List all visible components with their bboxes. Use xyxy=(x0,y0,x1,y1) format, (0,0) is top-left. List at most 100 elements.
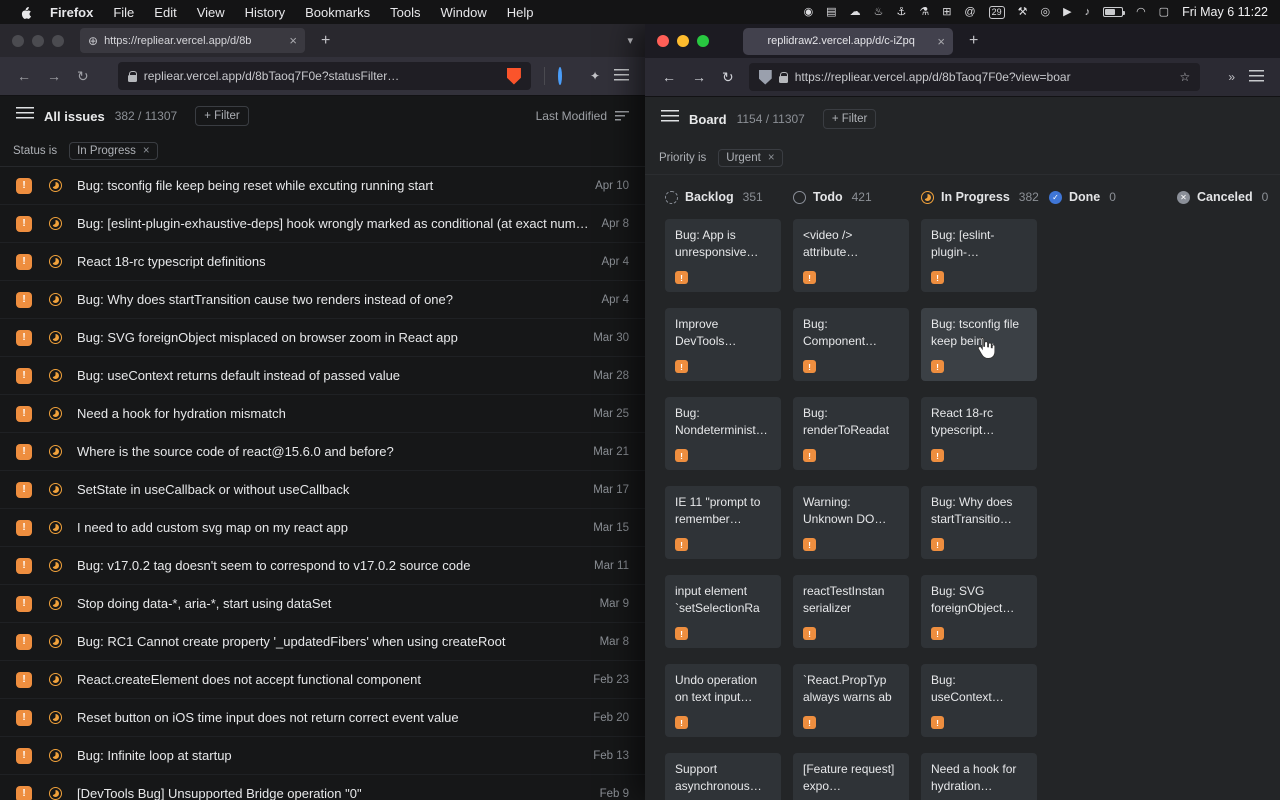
sidebar-toggle-icon[interactable] xyxy=(661,110,679,128)
issue-card[interactable]: Bug: SVG foreignObject… xyxy=(921,575,1037,648)
close-window-button[interactable] xyxy=(657,35,669,47)
issue-row[interactable]: Bug: Infinite loop at startup Feb 13 xyxy=(0,737,645,775)
browser-tab[interactable]: replidraw2.vercel.app/d/c-iZpq × xyxy=(743,28,953,55)
menu-bookmarks[interactable]: Bookmarks xyxy=(295,5,380,20)
issue-card[interactable]: `React.PropTyp always warns ab xyxy=(793,664,909,737)
issue-row[interactable]: Bug: tsconfig file keep being reset whil… xyxy=(0,167,645,205)
issue-card[interactable]: [Feature request] expo… xyxy=(793,753,909,800)
issue-card[interactable]: IE 11 "prompt to remember… xyxy=(665,486,781,559)
issue-row[interactable]: Bug: [eslint-plugin-exhaustive-deps] hoo… xyxy=(0,205,645,243)
issue-card[interactable]: Support asynchronous… xyxy=(665,753,781,800)
browser-tab[interactable]: ⊕ https://repliear.vercel.app/d/8b × xyxy=(80,28,305,53)
issue-row[interactable]: [DevTools Bug] Unsupported Bridge operat… xyxy=(0,775,645,800)
sparkle-icon[interactable]: ✦ xyxy=(584,69,606,83)
menu-tools[interactable]: Tools xyxy=(380,5,430,20)
apple-logo-icon[interactable] xyxy=(12,5,40,19)
close-tab-icon[interactable]: × xyxy=(289,33,297,48)
issue-card[interactable]: Undo operation on text input… xyxy=(665,664,781,737)
target-icon[interactable]: ◎ xyxy=(1040,7,1050,18)
beverage-icon[interactable]: ♨ xyxy=(874,7,884,18)
add-filter-button[interactable]: + Filter xyxy=(823,109,876,129)
menu-view[interactable]: View xyxy=(187,5,235,20)
issue-card[interactable]: Bug: App is unresponsive… xyxy=(665,219,781,292)
issue-row[interactable]: Reset button on iOS time input does not … xyxy=(0,699,645,737)
issue-row[interactable]: Bug: Why does startTransition cause two … xyxy=(0,281,645,319)
sidebar-toggle-icon[interactable] xyxy=(16,107,34,125)
url-bar[interactable]: repliear.vercel.app/d/8bTaoq7F0e?statusF… xyxy=(118,62,531,90)
menu-file[interactable]: File xyxy=(103,5,144,20)
play-icon[interactable]: ▶ xyxy=(1063,7,1071,18)
close-window-button[interactable] xyxy=(12,35,24,47)
filter-value-chip[interactable]: In Progress × xyxy=(69,142,158,160)
camera-icon[interactable]: ▤ xyxy=(826,7,836,18)
calendar-icon[interactable]: 29 xyxy=(989,6,1005,19)
display-icon[interactable]: ▢ xyxy=(1159,7,1169,18)
issue-row[interactable]: Bug: SVG foreignObject misplaced on brow… xyxy=(0,319,645,357)
issue-row[interactable]: Where is the source code of react@15.6.0… xyxy=(0,433,645,471)
screen-record-icon[interactable]: ◉ xyxy=(804,7,814,18)
issue-card[interactable]: Bug: Why does startTransitio… xyxy=(921,486,1037,559)
mention-icon[interactable]: @ xyxy=(964,7,975,18)
issue-row[interactable]: Bug: useContext returns default instead … xyxy=(0,357,645,395)
sort-control[interactable]: Last Modified xyxy=(536,109,629,123)
reader-badge-icon[interactable] xyxy=(552,69,568,83)
forward-button[interactable]: → xyxy=(685,69,713,85)
issue-card[interactable]: Bug: renderToReadat xyxy=(793,397,909,470)
grid-icon[interactable]: ⊞ xyxy=(942,7,951,18)
menu-icon[interactable] xyxy=(608,69,635,84)
battery-icon[interactable] xyxy=(1103,7,1123,17)
issue-card[interactable]: input element `setSelectionRa xyxy=(665,575,781,648)
build-icon[interactable]: ⚒ xyxy=(1018,7,1028,18)
issue-row[interactable]: Bug: v17.0.2 tag doesn't seem to corresp… xyxy=(0,547,645,585)
menu-window[interactable]: Window xyxy=(431,5,497,20)
issue-row[interactable]: React.createElement does not accept func… xyxy=(0,661,645,699)
brave-shield-icon[interactable] xyxy=(507,68,521,85)
back-button[interactable]: ← xyxy=(10,68,38,84)
volume-icon[interactable]: ♪ xyxy=(1085,7,1091,18)
wifi-icon[interactable]: ◠ xyxy=(1136,7,1146,18)
overflow-chevrons-icon[interactable]: » xyxy=(1222,70,1241,84)
minimize-window-button[interactable] xyxy=(677,35,689,47)
issue-card[interactable]: Bug: tsconfig file keep bein… xyxy=(921,308,1037,381)
url-bar[interactable]: https://repliear.vercel.app/d/8bTaoq7F0e… xyxy=(749,63,1201,91)
issue-row[interactable]: Bug: RC1 Cannot create property '_update… xyxy=(0,623,645,661)
minimize-window-button[interactable] xyxy=(32,35,44,47)
issue-card[interactable]: Warning: Unknown DO… xyxy=(793,486,909,559)
reload-button[interactable]: ↻ xyxy=(70,68,96,85)
forward-button[interactable]: → xyxy=(40,68,68,84)
menu-icon[interactable] xyxy=(1243,70,1270,85)
reload-button[interactable]: ↻ xyxy=(715,69,741,86)
menubar-clock[interactable]: Fri May 6 11:22 xyxy=(1182,5,1268,19)
issue-card[interactable]: React 18-rc typescript… xyxy=(921,397,1037,470)
docker-icon[interactable]: ⚓ xyxy=(896,7,906,18)
close-tab-icon[interactable]: × xyxy=(937,34,945,49)
bookmark-star-icon[interactable]: ☆ xyxy=(1180,70,1191,84)
issue-card[interactable]: Bug: Component… xyxy=(793,308,909,381)
issue-card[interactable]: Bug: [eslint-plugin-… xyxy=(921,219,1037,292)
issue-card[interactable]: Bug: useContext… xyxy=(921,664,1037,737)
flask-icon[interactable]: ⚗ xyxy=(919,7,929,18)
zoom-window-button[interactable] xyxy=(697,35,709,47)
menu-history[interactable]: History xyxy=(235,5,295,20)
menubar-app-name[interactable]: Firefox xyxy=(40,5,103,20)
issue-row[interactable]: I need to add custom svg map on my react… xyxy=(0,509,645,547)
new-tab-button[interactable]: + xyxy=(313,32,338,50)
new-tab-button[interactable]: + xyxy=(961,32,986,50)
issue-card[interactable]: <video /> attribute… xyxy=(793,219,909,292)
menu-help[interactable]: Help xyxy=(497,5,544,20)
zoom-window-button[interactable] xyxy=(52,35,64,47)
issue-row[interactable]: React 18-rc typescript definitions Apr 4 xyxy=(0,243,645,281)
tab-overflow-chevron-icon[interactable]: ▾ xyxy=(627,34,633,47)
issue-row[interactable]: Stop doing data-*, aria-*, start using d… xyxy=(0,585,645,623)
tracking-protection-shield-icon[interactable] xyxy=(759,70,772,85)
add-filter-button[interactable]: + Filter xyxy=(195,106,248,126)
back-button[interactable]: ← xyxy=(655,69,683,85)
filter-value-chip[interactable]: Urgent × xyxy=(718,149,782,167)
menu-edit[interactable]: Edit xyxy=(144,5,186,20)
cloud-icon[interactable]: ☁ xyxy=(850,7,861,18)
issue-row[interactable]: SetState in useCallback or without useCa… xyxy=(0,471,645,509)
remove-filter-icon[interactable]: × xyxy=(143,145,150,157)
issue-row[interactable]: Need a hook for hydration mismatch Mar 2… xyxy=(0,395,645,433)
remove-filter-icon[interactable]: × xyxy=(768,152,775,164)
issue-card[interactable]: reactTestInstan serializer xyxy=(793,575,909,648)
